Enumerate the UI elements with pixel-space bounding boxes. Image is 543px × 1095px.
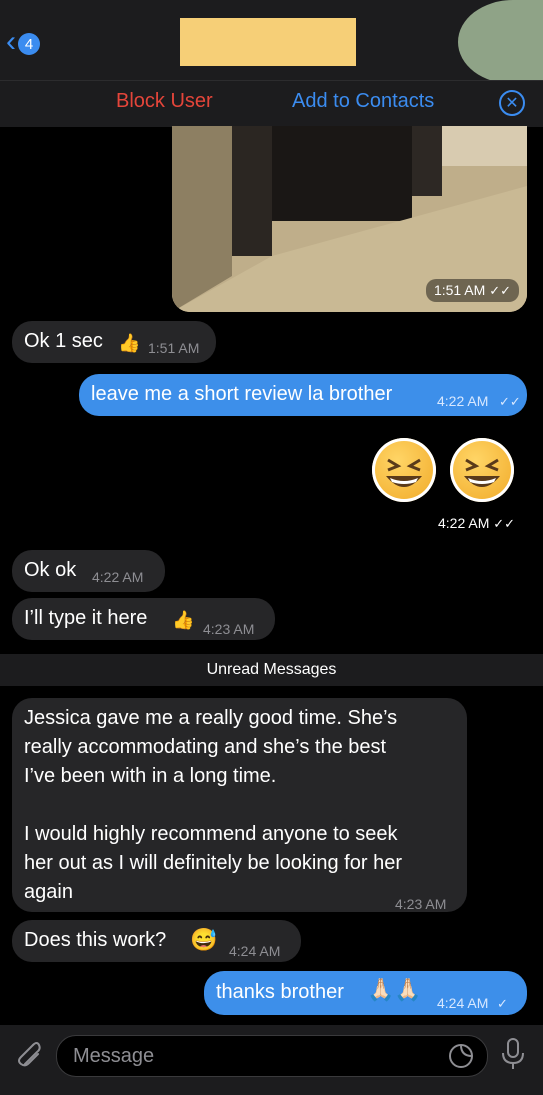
laughing-emoji-sticker[interactable] <box>372 438 436 502</box>
contact-action-bar: Block User Add to Contacts ✕ <box>0 80 543 127</box>
incoming-message[interactable]: Jessica gave me a really good time. She’… <box>12 698 467 912</box>
message-line: I would highly recommend anyone to seek <box>24 823 398 845</box>
message-time: 4:24 AM <box>229 943 281 959</box>
thumbs-up-icon: 👍 <box>172 610 195 630</box>
message-line: again <box>24 881 73 903</box>
double-check-icon: ✓✓ <box>493 516 516 531</box>
photo-message[interactable]: 1:51 AM ✓✓ <box>172 126 527 312</box>
message-line: her out as I will definitely be looking … <box>24 852 402 874</box>
message-line: Jessica gave me a really good time. She’… <box>24 707 398 729</box>
contact-name-redacted[interactable] <box>180 18 356 66</box>
message-input-container <box>56 1035 488 1077</box>
message-text: Ok 1 sec <box>24 330 103 352</box>
message-time: 4:23 AM <box>395 896 447 912</box>
message-text: leave me a short review la brother <box>91 383 393 405</box>
message-line: really accommodating and she’s the best <box>24 736 387 758</box>
thumbs-up-icon: 👍 <box>118 333 141 353</box>
message-time: 1:51 AM <box>148 340 200 356</box>
message-input[interactable] <box>71 1044 435 1069</box>
unread-label: Unread Messages <box>206 661 337 678</box>
message-time: 4:22 AM <box>437 393 489 409</box>
message-time: 4:23 AM <box>203 621 255 637</box>
chat-header: ‹ 4 <box>0 0 543 84</box>
add-to-contacts-button[interactable]: Add to Contacts <box>292 90 434 113</box>
unread-messages-divider: Unread Messages <box>0 654 543 686</box>
avatar[interactable] <box>458 0 543 84</box>
close-icon[interactable]: ✕ <box>499 90 525 116</box>
incoming-message[interactable]: Does this work? 😅 4:24 AM <box>12 920 301 962</box>
chevron-left-icon: ‹ <box>6 25 16 58</box>
message-time: 4:24 AM <box>437 995 489 1011</box>
back-button[interactable]: ‹ 4 <box>6 25 58 60</box>
message-text: Ok ok <box>24 559 77 581</box>
attachment-icon[interactable] <box>11 1037 41 1067</box>
check-icon: ✓ <box>497 996 508 1011</box>
message-text: thanks brother <box>216 981 344 1003</box>
message-line: I’ve been with in a long time. <box>24 765 277 787</box>
incoming-message[interactable]: Ok 1 sec 👍 1:51 AM <box>12 321 216 363</box>
sticker-icon[interactable] <box>447 1042 475 1070</box>
double-check-icon: ✓✓ <box>499 394 521 409</box>
message-time: 4:22 AM <box>92 569 144 585</box>
block-user-button[interactable]: Block User <box>116 90 213 113</box>
composer-bar <box>0 1025 543 1095</box>
message-text: Does this work? <box>24 929 167 951</box>
sweat-smile-emoji: 😅 <box>190 927 218 952</box>
message-text: Jessica gave me a really good time. She’… <box>24 704 402 907</box>
laughing-emoji-sticker[interactable] <box>450 438 514 502</box>
praying-hands-emoji: 🙏🏻🙏🏻 <box>367 977 422 1002</box>
outgoing-message[interactable]: leave me a short review la brother 4:22 … <box>79 374 527 416</box>
outgoing-message[interactable]: thanks brother 🙏🏻🙏🏻 4:24 AM ✓ <box>204 971 527 1015</box>
message-text: I’ll type it here <box>24 607 148 629</box>
sticker-timestamp: 4:22 AM ✓✓ <box>438 515 516 531</box>
incoming-message[interactable]: Ok ok 4:22 AM <box>12 550 165 592</box>
unread-count-badge: 4 <box>18 33 40 55</box>
microphone-icon[interactable] <box>499 1037 527 1071</box>
double-check-icon: ✓✓ <box>489 283 511 298</box>
incoming-message[interactable]: I’ll type it here 👍 4:23 AM <box>12 598 275 640</box>
photo-timestamp: 1:51 AM ✓✓ <box>425 279 519 302</box>
